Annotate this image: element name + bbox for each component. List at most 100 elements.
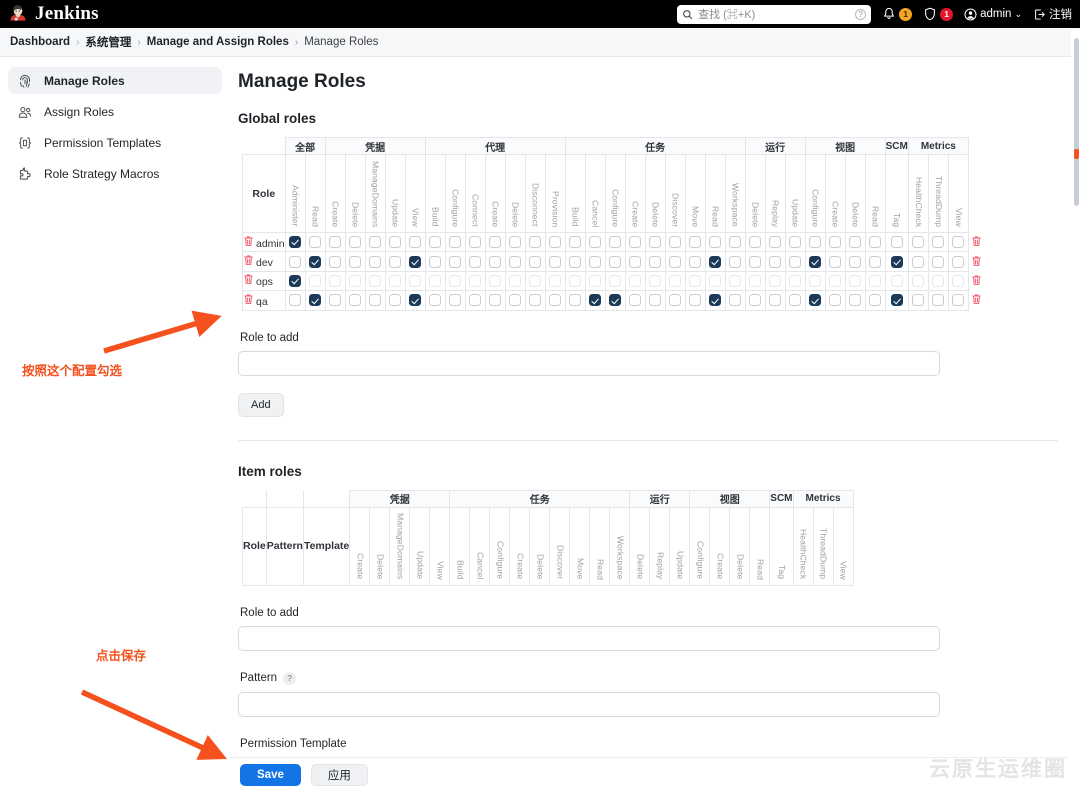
permission-checkbox[interactable] (749, 255, 762, 268)
permission-checkbox[interactable] (829, 274, 842, 287)
permission-cell[interactable] (384, 270, 406, 292)
permission-checkbox[interactable] (509, 236, 522, 249)
permission-checkbox[interactable] (589, 274, 602, 287)
permission-checkbox[interactable] (669, 294, 682, 307)
permission-cell[interactable] (764, 231, 786, 253)
permission-checkbox[interactable] (649, 274, 662, 287)
permission-checkbox[interactable] (912, 255, 925, 268)
permission-cell[interactable] (464, 270, 486, 292)
permission-cell[interactable] (344, 231, 366, 253)
permission-cell[interactable] (624, 270, 646, 292)
permission-cell[interactable] (304, 231, 326, 253)
permission-checkbox[interactable] (669, 255, 682, 268)
permission-checkbox[interactable] (589, 255, 602, 268)
permission-cell[interactable] (864, 290, 886, 311)
permission-cell[interactable] (324, 290, 346, 311)
permission-checkbox[interactable] (890, 255, 903, 268)
apply-button[interactable]: 应用 (310, 764, 368, 786)
permission-checkbox[interactable] (369, 236, 382, 249)
permission-cell[interactable] (784, 270, 806, 292)
sidebar-item-role-strategy-macros[interactable]: Role Strategy Macros (8, 160, 222, 187)
permission-cell[interactable] (884, 270, 909, 292)
permission-checkbox[interactable] (689, 294, 702, 307)
permission-cell[interactable] (884, 251, 909, 272)
permission-cell[interactable] (304, 251, 326, 272)
permission-checkbox[interactable] (769, 255, 782, 268)
permission-cell[interactable] (444, 231, 466, 253)
permission-cell[interactable] (504, 231, 526, 253)
permission-checkbox[interactable] (769, 236, 782, 249)
permission-checkbox[interactable] (429, 294, 442, 307)
permission-checkbox[interactable] (709, 236, 722, 249)
delete-role-icon-left[interactable] (243, 294, 256, 308)
permission-cell[interactable] (947, 251, 969, 272)
permission-cell[interactable] (804, 251, 826, 272)
permission-cell[interactable] (424, 270, 446, 292)
permission-cell[interactable] (324, 270, 346, 292)
permission-checkbox[interactable] (509, 255, 522, 268)
permission-checkbox[interactable] (389, 294, 402, 307)
permission-cell[interactable] (344, 290, 366, 311)
delete-role-button[interactable] (968, 290, 985, 311)
permission-checkbox[interactable] (729, 255, 742, 268)
permission-checkbox[interactable] (932, 255, 945, 268)
permission-checkbox[interactable] (409, 274, 422, 287)
permission-cell[interactable] (764, 251, 786, 272)
permission-checkbox[interactable] (952, 274, 965, 287)
permission-checkbox[interactable] (669, 236, 682, 249)
permission-cell[interactable] (664, 231, 686, 253)
permission-checkbox[interactable] (829, 236, 842, 249)
permission-checkbox[interactable] (809, 274, 822, 287)
permission-checkbox[interactable] (952, 236, 965, 249)
permission-checkbox[interactable] (289, 294, 302, 307)
permission-cell[interactable] (907, 251, 929, 272)
permission-checkbox[interactable] (890, 294, 903, 307)
permission-cell[interactable] (604, 251, 626, 272)
permission-checkbox[interactable] (629, 236, 642, 249)
permission-checkbox[interactable] (849, 294, 862, 307)
permission-checkbox[interactable] (309, 294, 322, 307)
permission-cell[interactable] (704, 231, 726, 253)
permission-checkbox[interactable] (890, 236, 903, 249)
permission-checkbox[interactable] (629, 274, 642, 287)
permission-checkbox[interactable] (789, 294, 802, 307)
delete-role-button[interactable] (968, 271, 985, 291)
delete-role-button[interactable] (968, 251, 985, 272)
permission-cell[interactable] (284, 251, 306, 272)
breadcrumb-item-system-management[interactable]: 系统管理 (85, 34, 131, 50)
permission-cell[interactable] (804, 290, 826, 311)
permission-checkbox[interactable] (529, 255, 542, 268)
permission-cell[interactable] (947, 290, 969, 311)
permission-cell[interactable] (544, 290, 566, 311)
permission-cell[interactable] (484, 290, 506, 311)
permission-checkbox[interactable] (389, 274, 402, 287)
permission-checkbox[interactable] (469, 236, 482, 249)
permission-cell[interactable] (644, 251, 666, 272)
permission-checkbox[interactable] (429, 255, 442, 268)
permission-cell[interactable] (464, 231, 486, 253)
permission-cell[interactable] (684, 270, 706, 292)
permission-checkbox[interactable] (569, 294, 582, 307)
permission-cell[interactable] (907, 270, 929, 292)
permission-checkbox[interactable] (729, 294, 742, 307)
jenkins-brand[interactable]: Jenkins (8, 3, 99, 25)
permission-cell[interactable] (724, 231, 746, 253)
permission-cell[interactable] (824, 251, 846, 272)
permission-cell[interactable] (907, 231, 929, 253)
permission-checkbox[interactable] (329, 274, 342, 287)
permission-checkbox[interactable] (669, 274, 682, 287)
permission-checkbox[interactable] (349, 274, 362, 287)
permission-checkbox[interactable] (449, 294, 462, 307)
permission-cell[interactable] (624, 231, 646, 253)
permission-cell[interactable] (304, 270, 326, 292)
permission-checkbox[interactable] (869, 255, 882, 268)
permission-checkbox[interactable] (309, 274, 322, 287)
permission-checkbox[interactable] (409, 255, 422, 268)
permission-checkbox[interactable] (629, 255, 642, 268)
permission-cell[interactable] (604, 231, 626, 253)
permission-cell[interactable] (744, 290, 766, 311)
permission-checkbox[interactable] (629, 294, 642, 307)
permission-cell[interactable] (284, 290, 306, 311)
permission-checkbox[interactable] (549, 255, 562, 268)
permission-cell[interactable] (364, 290, 386, 311)
